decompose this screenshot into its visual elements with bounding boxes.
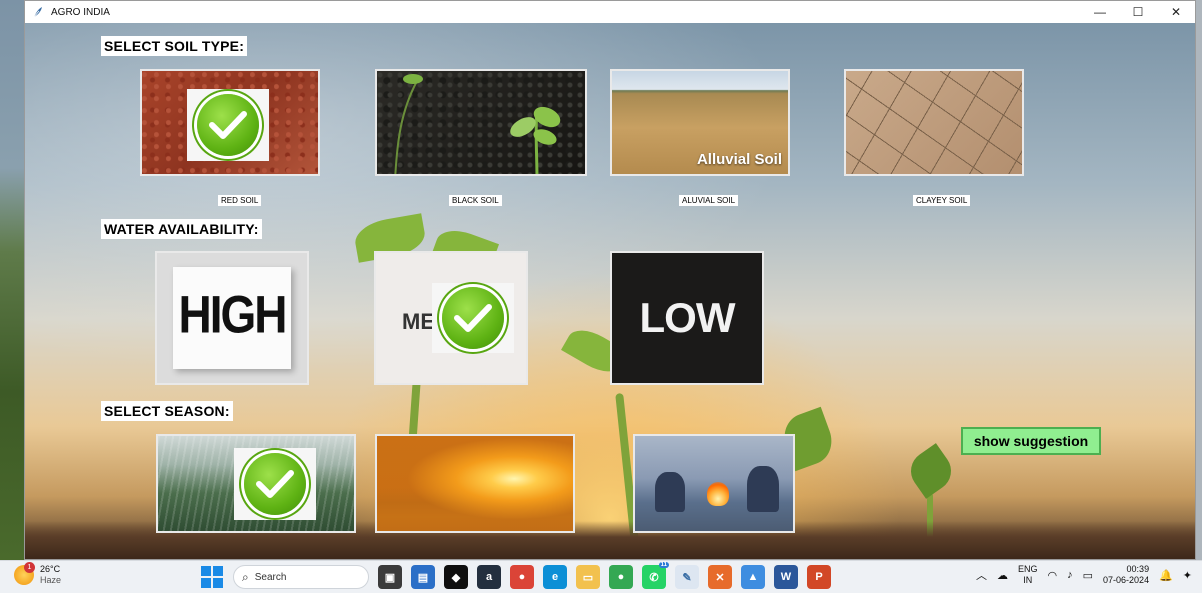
person-figure — [655, 472, 685, 512]
medium-text: ME — [402, 309, 435, 334]
checkmark-icon — [244, 453, 306, 515]
amazon-icon[interactable]: a — [477, 565, 501, 589]
title-bar[interactable]: AGRO INDIA — ☐ ✕ — [25, 1, 1195, 23]
season-heading: SELECT SEASON: — [101, 401, 233, 421]
campfire — [707, 482, 729, 506]
whatsapp-icon[interactable]: ✆ 11 — [642, 562, 669, 589]
chrome-icon[interactable]: ● — [510, 565, 534, 589]
system-tray: ︿ ☁ ENG IN ◠ ♪ ▭ 00:39 07-06-2024 🔔 ✦ — [976, 564, 1192, 586]
agro-india-window: AGRO INDIA — ☐ ✕ SELECT SOIL TYPE: RED S… — [24, 0, 1196, 560]
taskbar-search[interactable]: ⌕ Search — [233, 565, 369, 589]
alluvial-soil-option[interactable]: Alluvial Soil — [610, 69, 790, 176]
notification-badge: 1 — [24, 562, 35, 573]
water-low-option[interactable]: LOW — [610, 251, 764, 385]
high-card: HIGH — [173, 267, 291, 369]
language-code: ENG — [1018, 564, 1038, 574]
taskbar: 1 26°C Haze ⌕ Search ▣ ▤ ◆ a ● e ▭ ● ✆ 11… — [0, 560, 1202, 593]
wifi-icon[interactable]: ◠ — [1048, 569, 1058, 582]
volume-icon[interactable]: ♪ — [1067, 569, 1073, 581]
alluvial-soil-label: ALUVIAL SOIL — [679, 195, 739, 206]
low-text: LOW — [639, 294, 736, 341]
powerpoint-icon[interactable]: P — [807, 565, 831, 589]
red-soil-label: RED SOIL — [218, 195, 262, 206]
feather-app-icon — [33, 7, 42, 18]
desktop-background — [0, 0, 24, 560]
clayey-soil-option[interactable] — [844, 69, 1024, 176]
chevron-up-icon[interactable]: ︿ — [976, 567, 987, 583]
whatsapp-badge: 11 — [658, 562, 669, 568]
show-suggestion-button[interactable]: show suggestion — [961, 427, 1101, 455]
alluvial-image-caption: Alluvial Soil — [696, 151, 782, 168]
selected-check — [187, 89, 269, 161]
file-explorer-icon[interactable]: ▭ — [576, 565, 600, 589]
black-soil-option[interactable] — [375, 69, 587, 176]
clock-date: 07-06-2024 — [1103, 575, 1150, 585]
battery-icon[interactable]: ▭ — [1083, 569, 1093, 582]
black-soil-label: BLACK SOIL — [449, 195, 502, 206]
winter-season-option[interactable] — [633, 434, 795, 533]
person-figure — [747, 466, 779, 512]
water-availability-heading: WATER AVAILABILITY: — [101, 219, 262, 239]
xampp-icon[interactable]: ✕ — [708, 565, 732, 589]
windows-start-icon[interactable] — [200, 565, 224, 589]
selected-check — [234, 448, 316, 520]
water-medium-option[interactable]: ME — [374, 251, 528, 385]
weather-temp: 26°C — [40, 564, 61, 574]
seedling-leaf — [903, 443, 959, 499]
red-soil-option[interactable] — [140, 69, 320, 176]
window-title: AGRO INDIA — [51, 6, 110, 18]
minimize-button[interactable]: — — [1081, 1, 1119, 23]
dropbox-icon[interactable]: ◆ — [444, 565, 468, 589]
haze-sun-icon: 1 — [14, 562, 35, 585]
close-button[interactable]: ✕ — [1157, 1, 1195, 23]
checkmark-icon — [197, 94, 259, 156]
chrome-profile-icon[interactable]: ● — [609, 565, 633, 589]
search-placeholder: Search — [254, 571, 287, 583]
soil-type-heading: SELECT SOIL TYPE: — [101, 36, 248, 56]
task-view-icon[interactable]: ▣ — [378, 565, 402, 589]
app-canvas: SELECT SOIL TYPE: RED SOIL BLACK SOIL Al… — [25, 23, 1195, 559]
photos-icon[interactable]: ▲ — [741, 565, 765, 589]
copilot-icon[interactable]: ✦ — [1183, 569, 1192, 582]
weather-condition: Haze — [40, 575, 62, 585]
seedling-image — [394, 74, 561, 174]
weather-widget[interactable]: 1 26°C Haze — [14, 562, 62, 586]
desktop-background-right — [1196, 0, 1202, 560]
checkmark-icon — [442, 287, 504, 349]
edge-icon[interactable]: e — [543, 565, 567, 589]
clock[interactable]: 00:39 07-06-2024 — [1103, 564, 1149, 586]
region-code: IN — [1023, 575, 1033, 585]
high-text: HIGH — [178, 284, 288, 344]
store-icon[interactable]: ▤ — [411, 565, 435, 589]
word-icon[interactable]: W — [774, 565, 798, 589]
search-icon: ⌕ — [242, 569, 249, 584]
clock-time: 00:39 — [1126, 564, 1150, 574]
water-high-option[interactable]: HIGH — [155, 251, 309, 385]
clayey-soil-label: CLAYEY SOIL — [913, 195, 971, 206]
maximize-button[interactable]: ☐ — [1119, 1, 1157, 23]
monsoon-season-option[interactable] — [156, 434, 356, 533]
summer-season-option[interactable] — [375, 434, 575, 533]
onedrive-icon[interactable]: ☁ — [997, 569, 1008, 582]
desktop-screen: AGRO INDIA — ☐ ✕ SELECT SOIL TYPE: RED S… — [0, 0, 1202, 593]
language-indicator[interactable]: ENG IN — [1018, 564, 1038, 586]
selected-check — [432, 283, 514, 353]
python-app-icon[interactable]: ✎ — [675, 565, 699, 589]
notification-bell-icon[interactable]: 🔔 — [1159, 569, 1173, 582]
